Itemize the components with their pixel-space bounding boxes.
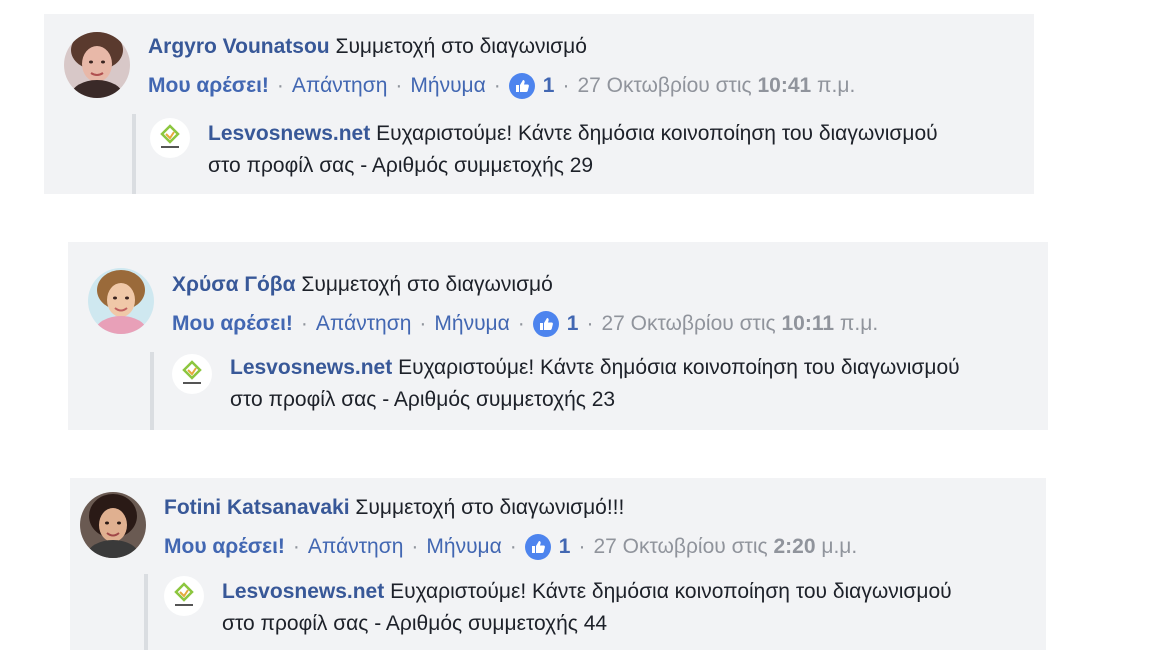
comment-card: Argyro Vounatsou Συμμετοχή στο διαγωνισμ… [44, 14, 1034, 194]
reply-body: Lesvosnews.net Ευχαριστούμε! Κάντε δημόσ… [230, 352, 970, 416]
avatar[interactable] [80, 492, 146, 558]
separator: · [411, 535, 419, 558]
comment-actions: Μου αρέσει! · Απάντηση · Μήνυμα · 1 · 27… [164, 534, 857, 560]
page-logo-icon[interactable] [172, 354, 212, 394]
like-count[interactable]: 1 [559, 534, 571, 560]
comment-actions: Μου αρέσει! · Απάντηση · Μήνυμα · 1 · 27… [172, 311, 878, 337]
separator: · [578, 535, 586, 558]
comment-body: Fotini Katsanavaki Συμμετοχή στο διαγωνι… [164, 495, 624, 521]
reply-body: Lesvosnews.net Ευχαριστούμε! Κάντε δημόσ… [208, 118, 948, 182]
comment-author-link[interactable]: Argyro Vounatsou [148, 35, 330, 58]
reply-body: Lesvosnews.net Ευχαριστούμε! Κάντε δημόσ… [222, 576, 962, 640]
like-link[interactable]: Μου αρέσει! [164, 534, 285, 560]
timestamp-ampm: π.μ. [817, 74, 856, 97]
thumbs-up-icon[interactable] [508, 73, 535, 99]
separator: · [562, 74, 570, 97]
reply-author-link[interactable]: Lesvosnews.net [222, 580, 384, 603]
thumbs-up-icon[interactable] [532, 311, 559, 337]
reply-link[interactable]: Απάντηση [316, 311, 411, 337]
page-logo-icon[interactable] [150, 118, 190, 158]
comment-body: Χρύσα Γόβα Συμμετοχή στο διαγωνισμό [172, 272, 553, 298]
comment-text: Συμμετοχή στο διαγωνισμό!!! [355, 496, 625, 519]
timestamp-time[interactable]: 10:41 [757, 73, 811, 99]
reply-thread-line [132, 114, 136, 194]
message-link[interactable]: Μήνυμα [426, 534, 501, 560]
reply-thread-line [150, 352, 154, 430]
reply-author-link[interactable]: Lesvosnews.net [208, 122, 370, 145]
timestamp-date[interactable]: 27 Οκτωβρίου στις [601, 311, 775, 337]
timestamp-time[interactable]: 10:11 [781, 311, 834, 337]
message-link[interactable]: Μήνυμα [434, 311, 509, 337]
separator: · [493, 74, 501, 97]
separator: · [586, 312, 594, 335]
separator: · [395, 74, 403, 97]
comment-author-link[interactable]: Χρύσα Γόβα [172, 273, 296, 296]
comment-text: Συμμετοχή στο διαγωνισμό [335, 35, 587, 58]
separator: · [509, 535, 517, 558]
reply-author-link[interactable]: Lesvosnews.net [230, 356, 392, 379]
like-count[interactable]: 1 [543, 73, 555, 99]
separator: · [276, 74, 284, 97]
comment-actions: Μου αρέσει! · Απάντηση · Μήνυμα · 1 · 27… [148, 73, 855, 99]
comment-body: Argyro Vounatsou Συμμετοχή στο διαγωνισμ… [148, 34, 587, 60]
thumbs-up-icon[interactable] [524, 534, 551, 560]
like-link[interactable]: Μου αρέσει! [172, 311, 293, 337]
comment-card: Χρύσα Γόβα Συμμετοχή στο διαγωνισμό Μου … [68, 242, 1048, 430]
reply-link[interactable]: Απάντηση [292, 73, 387, 99]
comment-text: Συμμετοχή στο διαγωνισμό [301, 273, 553, 296]
separator: · [517, 312, 525, 335]
screenshot-canvas: Argyro Vounatsou Συμμετοχή στο διαγωνισμ… [0, 0, 1160, 670]
comment-card: Fotini Katsanavaki Συμμετοχή στο διαγωνι… [70, 478, 1046, 650]
like-link[interactable]: Μου αρέσει! [148, 73, 269, 99]
avatar[interactable] [88, 268, 154, 334]
timestamp-ampm: μ.μ. [821, 535, 858, 558]
timestamp-time[interactable]: 2:20 [773, 534, 815, 560]
reply-link[interactable]: Απάντηση [308, 534, 403, 560]
separator: · [300, 312, 308, 335]
avatar[interactable] [64, 32, 130, 98]
comment-author-link[interactable]: Fotini Katsanavaki [164, 496, 350, 519]
separator: · [292, 535, 300, 558]
like-count[interactable]: 1 [567, 311, 579, 337]
timestamp-date[interactable]: 27 Οκτωβρίου στις [577, 73, 751, 99]
separator: · [419, 312, 427, 335]
page-logo-icon[interactable] [164, 576, 204, 616]
reply-thread-line [144, 574, 148, 650]
timestamp-date[interactable]: 27 Οκτωβρίου στις [593, 534, 767, 560]
message-link[interactable]: Μήνυμα [410, 73, 485, 99]
timestamp-ampm: π.μ. [839, 312, 879, 335]
